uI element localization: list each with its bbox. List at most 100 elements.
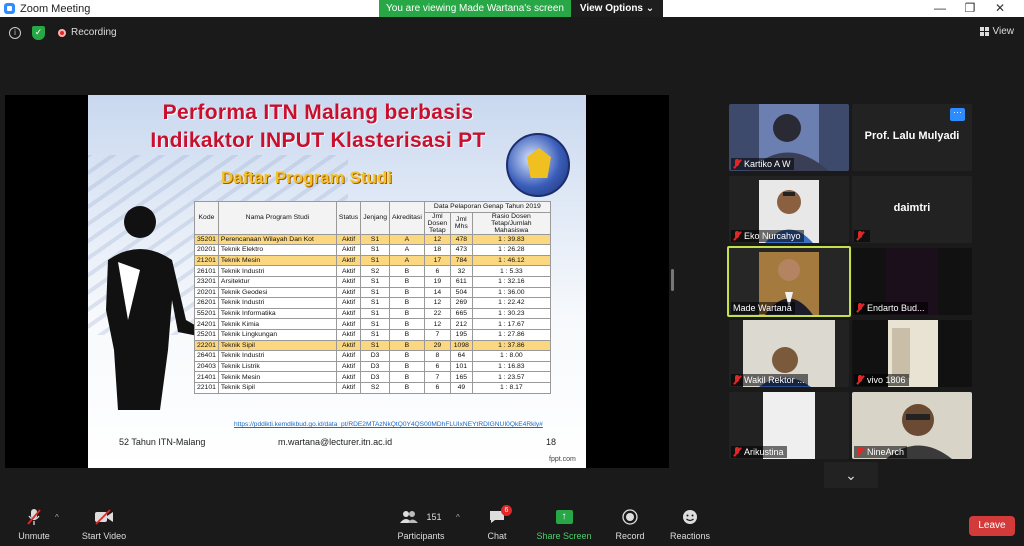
audio-options-chevron-icon[interactable]: ^ xyxy=(55,513,59,522)
cell-jenjang: S1 xyxy=(360,233,390,246)
reactions-button[interactable]: Reactions xyxy=(668,507,712,541)
cell-mhs: 32 xyxy=(449,265,473,277)
grid-icon xyxy=(979,27,989,36)
leave-meeting-button[interactable]: Leave xyxy=(969,516,1015,536)
report-header: Data Pelaporan Genap Tahun 2019 xyxy=(423,201,551,213)
view-layout-button[interactable]: View xyxy=(979,26,1014,37)
participant-tile[interactable]: vivo 1806 xyxy=(852,320,972,387)
participant-tile[interactable]: Wakil Rektor ... xyxy=(729,320,849,387)
cell-mhs: 473 xyxy=(449,244,473,256)
program-row: 22201 Teknik Sipil Aktif S1 B 29 1098 1 : 37.86 xyxy=(194,339,551,352)
cell-jenjang: S2 xyxy=(360,381,390,394)
slide-brand: fppt.com xyxy=(549,456,576,463)
cell-jenjang: S1 xyxy=(360,244,390,256)
mic-muted-icon xyxy=(16,507,52,527)
participant-name: Kartiko A W xyxy=(744,159,791,169)
cell-status: Aktif xyxy=(335,297,362,309)
slide-title-line2: Indikaktor INPUT Klasterisasi PT xyxy=(150,129,486,152)
cell-rasio: 1 : 26.28 xyxy=(471,244,551,256)
participant-tile[interactable]: ··· Prof. Lalu Mulyadi xyxy=(852,104,972,171)
program-row: 55201 Teknik Informatika Aktif S1 B 22 665 1 : … xyxy=(194,307,551,320)
slide-subtitle: Daftar Program Studi xyxy=(221,168,392,187)
participant-tile[interactable]: Arikustina xyxy=(729,392,849,459)
more-options-icon[interactable]: ··· xyxy=(950,108,965,121)
participant-name: Endarto Bud... xyxy=(867,303,925,313)
participant-tile[interactable]: Endarto Bud... xyxy=(852,248,972,315)
cell-dosen: 29 xyxy=(423,339,451,352)
cell-nama: Teknik Lingkungan xyxy=(217,328,337,341)
maximize-button[interactable]: ❐ xyxy=(955,0,985,17)
cell-mhs: 212 xyxy=(449,318,473,330)
gallery-next-page-button[interactable]: ⌄ xyxy=(824,462,878,488)
unmute-button[interactable]: Unmute xyxy=(16,507,52,541)
itn-logo-icon xyxy=(506,133,570,197)
unmute-label: Unmute xyxy=(18,531,50,541)
zoom-app-icon xyxy=(4,3,15,14)
participant-name-tag: Made Wartana xyxy=(731,302,795,314)
cell-mhs: 478 xyxy=(449,233,473,246)
view-options-button[interactable]: View Options ⌄ xyxy=(571,0,663,17)
cell-nama: Teknik Kimia xyxy=(217,318,337,330)
minimize-button[interactable]: — xyxy=(925,0,955,17)
participant-name: daimtri xyxy=(893,202,931,214)
program-row: 20403 Teknik Listrik Aktif D3 B 6 101 1 : 16.83 xyxy=(194,360,551,373)
pddikti-link[interactable]: https://pddikti.kemdikbud.go.id/data_pt/… xyxy=(234,421,543,428)
participant-name: NineArch xyxy=(867,447,905,457)
participant-name-tag: Arikustina xyxy=(731,446,787,458)
cell-mhs: 1098 xyxy=(449,339,473,352)
cell-mhs: 665 xyxy=(449,307,473,320)
presentation-slide: Performa ITN Malang berbasis Indikaktor … xyxy=(88,95,586,468)
participants-button[interactable]: 151 Participants xyxy=(393,507,449,541)
panel-resize-handle[interactable] xyxy=(671,269,674,291)
cell-kode: 20201 xyxy=(194,244,219,256)
cell-nama: Teknik Elektro xyxy=(217,244,337,256)
participants-options-chevron-icon[interactable]: ^ xyxy=(456,513,460,522)
cell-dosen: 17 xyxy=(423,254,451,267)
cell-akreditasi: B xyxy=(389,286,425,299)
participant-tile-active-speaker[interactable]: Made Wartana xyxy=(727,246,851,317)
cell-jenjang: S2 xyxy=(360,265,390,277)
chat-button[interactable]: 6 Chat xyxy=(482,505,512,541)
shield-icon[interactable]: ✓ xyxy=(32,26,45,40)
cell-rasio: 1 : 22.42 xyxy=(471,297,551,309)
col-header-kode: Kode xyxy=(194,201,219,235)
participant-name: Arikustina xyxy=(744,447,784,457)
close-button[interactable]: ✕ xyxy=(985,0,1015,17)
col-header-mhs: Jml Mhs xyxy=(449,211,473,235)
cell-kode: 20201 xyxy=(194,286,219,299)
mic-muted-icon xyxy=(856,447,864,457)
cell-dosen: 6 xyxy=(423,381,451,394)
record-button[interactable]: Record xyxy=(614,507,646,541)
col-header-rasio: Rasio Dosen Tetap/Jumlah Mahasiswa xyxy=(471,211,551,235)
cell-nama: Teknik Listrik xyxy=(217,360,337,373)
cell-mhs: 611 xyxy=(449,275,473,288)
cell-status: Aktif xyxy=(335,286,362,299)
participant-name: Made Wartana xyxy=(733,303,792,313)
cell-status: Aktif xyxy=(335,350,362,362)
participant-tile[interactable]: NineArch xyxy=(852,392,972,459)
chevron-down-icon: ⌄ xyxy=(845,467,857,483)
participant-name: Wakil Rektor ... xyxy=(744,375,805,385)
program-row: 24201 Teknik Kimia Aktif S1 B 12 212 1 : 17.67 xyxy=(194,318,551,330)
cell-rasio: 1 : 46.12 xyxy=(471,254,551,267)
participant-name-tag xyxy=(854,230,870,242)
participant-tile[interactable]: Eko Nurcahyo xyxy=(729,176,849,243)
cell-status: Aktif xyxy=(335,254,362,267)
cell-jenjang: S1 xyxy=(360,254,390,267)
cell-kode: 21401 xyxy=(194,371,219,383)
cell-akreditasi: B xyxy=(389,350,425,362)
cell-status: Aktif xyxy=(335,371,362,383)
participant-tile[interactable]: Kartiko A W xyxy=(729,104,849,171)
slide-page-number: 18 xyxy=(546,437,557,447)
cell-dosen: 12 xyxy=(423,233,451,246)
participant-name: Prof. Lalu Mulyadi xyxy=(864,130,960,142)
mic-muted-icon xyxy=(856,375,864,385)
participant-tile[interactable]: daimtri xyxy=(852,176,972,243)
cell-akreditasi: A xyxy=(389,244,425,256)
info-icon[interactable]: i xyxy=(9,27,21,39)
cell-jenjang: D3 xyxy=(360,360,390,373)
start-video-button[interactable]: Start Video xyxy=(80,507,128,541)
share-screen-button[interactable]: ↑ Share Screen xyxy=(536,507,592,541)
start-video-label: Start Video xyxy=(81,531,127,541)
slide-title-line1: Performa ITN Malang berbasis xyxy=(162,101,474,124)
